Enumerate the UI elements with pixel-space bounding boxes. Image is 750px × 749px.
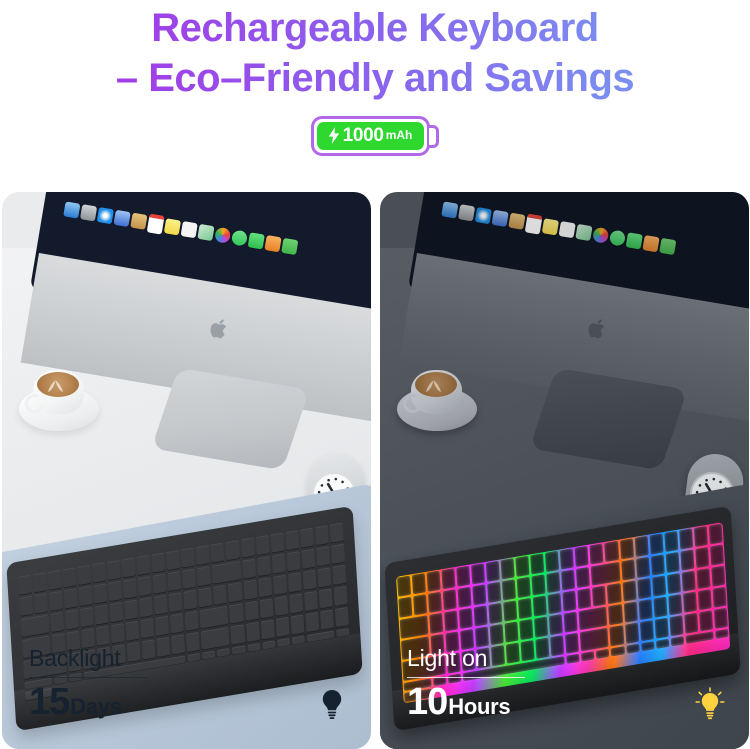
launchpad-icon: [457, 204, 475, 222]
caption-number: 15: [29, 681, 70, 723]
pages-icon: [264, 235, 282, 253]
safari-icon: [474, 207, 492, 225]
numbers-icon: [280, 238, 299, 256]
latte-art-icon: [426, 380, 442, 393]
battery-terminal-nub: [429, 124, 440, 148]
caption-backlight-off: Backlight 15 Days: [29, 645, 147, 728]
caption-value: 10 Hours: [407, 682, 525, 727]
panel-backlight-off: Backlight 15 Days: [2, 192, 371, 749]
mail-icon: [113, 210, 131, 228]
caption-label: Backlight: [29, 644, 121, 671]
photos-icon: [213, 226, 232, 245]
comparison-panels: Backlight 15 Days Light on 10 Hours: [0, 192, 750, 749]
reminders-icon: [541, 218, 559, 236]
maps-icon: [574, 224, 593, 242]
mail-icon: [491, 210, 509, 228]
page-title-line-1: Rechargeable Keyboard: [0, 4, 750, 52]
lightbulb-on-icon: [695, 687, 725, 720]
latte-art-icon: [48, 380, 64, 393]
facetime-icon: [625, 232, 643, 250]
notes-icon: [507, 212, 526, 231]
apple-logo-icon: [588, 319, 604, 339]
facetime-icon: [247, 232, 265, 250]
battery-capacity-value: 1000: [342, 125, 384, 146]
page-title-line-2: – Eco–Friendly and Savings: [0, 54, 750, 102]
header: Rechargeable Keyboard – Eco–Friendly and…: [0, 0, 750, 102]
calendar-icon: [146, 213, 165, 235]
caption-unit: Hours: [448, 694, 511, 719]
messages-icon: [608, 229, 626, 247]
caption-divider: [29, 676, 147, 678]
caption-number: 10: [407, 681, 448, 723]
notes-icon: [129, 212, 148, 231]
contacts-icon: [558, 221, 576, 239]
apple-logo-icon: [210, 319, 226, 339]
launchpad-icon: [79, 204, 97, 222]
pages-icon: [642, 235, 660, 253]
numbers-icon: [658, 238, 677, 256]
finder-icon: [62, 201, 81, 219]
safari-icon: [96, 207, 114, 225]
finder-icon: [440, 201, 459, 219]
caption-label: Light on: [407, 644, 488, 671]
reminders-icon: [163, 218, 181, 236]
photos-icon: [591, 226, 610, 245]
battery-fill: 1000 mAh: [316, 122, 425, 150]
caption-unit: Days: [70, 694, 122, 719]
lightbulb-off-icon: [322, 690, 342, 719]
panel-backlight-on: Light on 10 Hours: [380, 192, 749, 749]
battery-badge-row: 1000 mAh: [0, 116, 750, 156]
messages-icon: [230, 229, 248, 247]
caption-divider: [407, 676, 525, 678]
caption-value: 15 Days: [29, 682, 147, 727]
lightning-bolt-icon: [328, 127, 339, 144]
battery-badge: 1000 mAh: [310, 116, 440, 156]
maps-icon: [196, 224, 215, 242]
caption-backlight-on: Light on 10 Hours: [407, 645, 525, 728]
battery-capacity-unit: mAh: [385, 128, 413, 142]
battery-shell: 1000 mAh: [310, 116, 431, 156]
contacts-icon: [180, 221, 198, 239]
calendar-icon: [524, 213, 543, 235]
